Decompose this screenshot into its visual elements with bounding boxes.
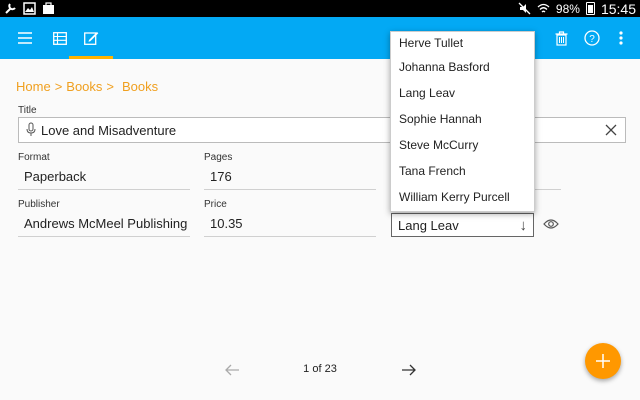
author-dropdown: Herve Tullet Johanna Basford Lang Leav S…: [390, 31, 535, 212]
mute-icon: [518, 2, 531, 15]
breadcrumb-separator: >: [54, 79, 63, 94]
table-view-button[interactable]: [46, 17, 74, 59]
edit-view-button[interactable]: [69, 17, 113, 59]
clear-icon[interactable]: [603, 122, 619, 138]
more-options-button[interactable]: [608, 17, 634, 59]
breadcrumb-current[interactable]: Books: [122, 79, 158, 94]
pages-field[interactable]: 176: [204, 164, 376, 190]
format-value: Paperback: [24, 169, 87, 184]
breadcrumb-books[interactable]: Books: [66, 79, 102, 94]
delete-button[interactable]: [548, 17, 574, 59]
dropdown-option[interactable]: Tana French: [391, 158, 534, 184]
price-label: Price: [204, 199, 227, 210]
wrench-icon: [5, 3, 16, 14]
svg-text:?: ?: [589, 34, 595, 45]
eye-icon[interactable]: [543, 218, 559, 230]
format-label: Format: [18, 152, 50, 163]
author-value: Lang Leav: [398, 217, 459, 233]
breadcrumb-separator: >: [106, 79, 115, 94]
status-bar: 98% 15:45: [0, 0, 640, 17]
publisher-label: Publisher: [18, 199, 60, 210]
status-left: [4, 2, 55, 15]
breadcrumb-home[interactable]: Home: [16, 79, 51, 94]
image-icon: [23, 2, 36, 15]
title-label: Title: [18, 105, 37, 116]
clock: 15:45: [600, 0, 636, 17]
publisher-value: Andrews McMeel Publishing: [24, 216, 188, 231]
more-vert-icon: [619, 31, 623, 45]
dropdown-option[interactable]: Sophie Hannah: [391, 106, 534, 132]
app-bar: ?: [0, 17, 640, 59]
pager: 1 of 23: [0, 360, 640, 380]
dropdown-option[interactable]: William Kerry Purcell: [391, 184, 534, 210]
dropdown-option[interactable]: Steve McCurry: [391, 132, 534, 158]
plus-icon: [596, 354, 610, 368]
arrow-right-icon[interactable]: [401, 360, 417, 380]
arrow-down-icon: ↓: [519, 217, 528, 234]
table-icon: [53, 31, 67, 45]
battery-icon: [585, 2, 595, 15]
status-right: 98% 15:45: [518, 0, 636, 17]
author-select[interactable]: Lang Leav ↓: [391, 213, 534, 237]
menu-icon: [18, 32, 32, 44]
price-field[interactable]: 10.35: [204, 211, 376, 237]
pages-label: Pages: [204, 152, 233, 163]
add-button[interactable]: [585, 343, 621, 379]
menu-button[interactable]: [11, 17, 39, 59]
battery-percent: 98%: [555, 1, 580, 16]
arrow-left-icon[interactable]: [224, 360, 240, 380]
format-field[interactable]: Paperback: [18, 164, 190, 190]
breadcrumb: Home > Books > Books: [16, 79, 158, 94]
help-button[interactable]: ?: [579, 17, 605, 59]
trash-icon: [555, 30, 567, 46]
wifi-icon: [537, 3, 550, 13]
page-indicator: 1 of 23: [303, 363, 337, 375]
dropdown-option[interactable]: Johanna Basford: [391, 54, 534, 80]
price-value: 10.35: [210, 216, 243, 231]
dropdown-option[interactable]: Herve Tullet: [391, 32, 534, 54]
edit-icon: [83, 32, 98, 45]
pages-value: 176: [210, 169, 232, 184]
publisher-field[interactable]: Andrews McMeel Publishing: [18, 211, 190, 237]
bag-icon: [43, 2, 54, 14]
microphone-icon: [26, 122, 36, 136]
title-value: Love and Misadventure: [41, 122, 177, 138]
app-root: 98% 15:45 ? Home > Books > Books Title L…: [0, 0, 640, 400]
help-icon: ?: [584, 30, 600, 46]
dropdown-option[interactable]: Lang Leav: [391, 80, 534, 106]
